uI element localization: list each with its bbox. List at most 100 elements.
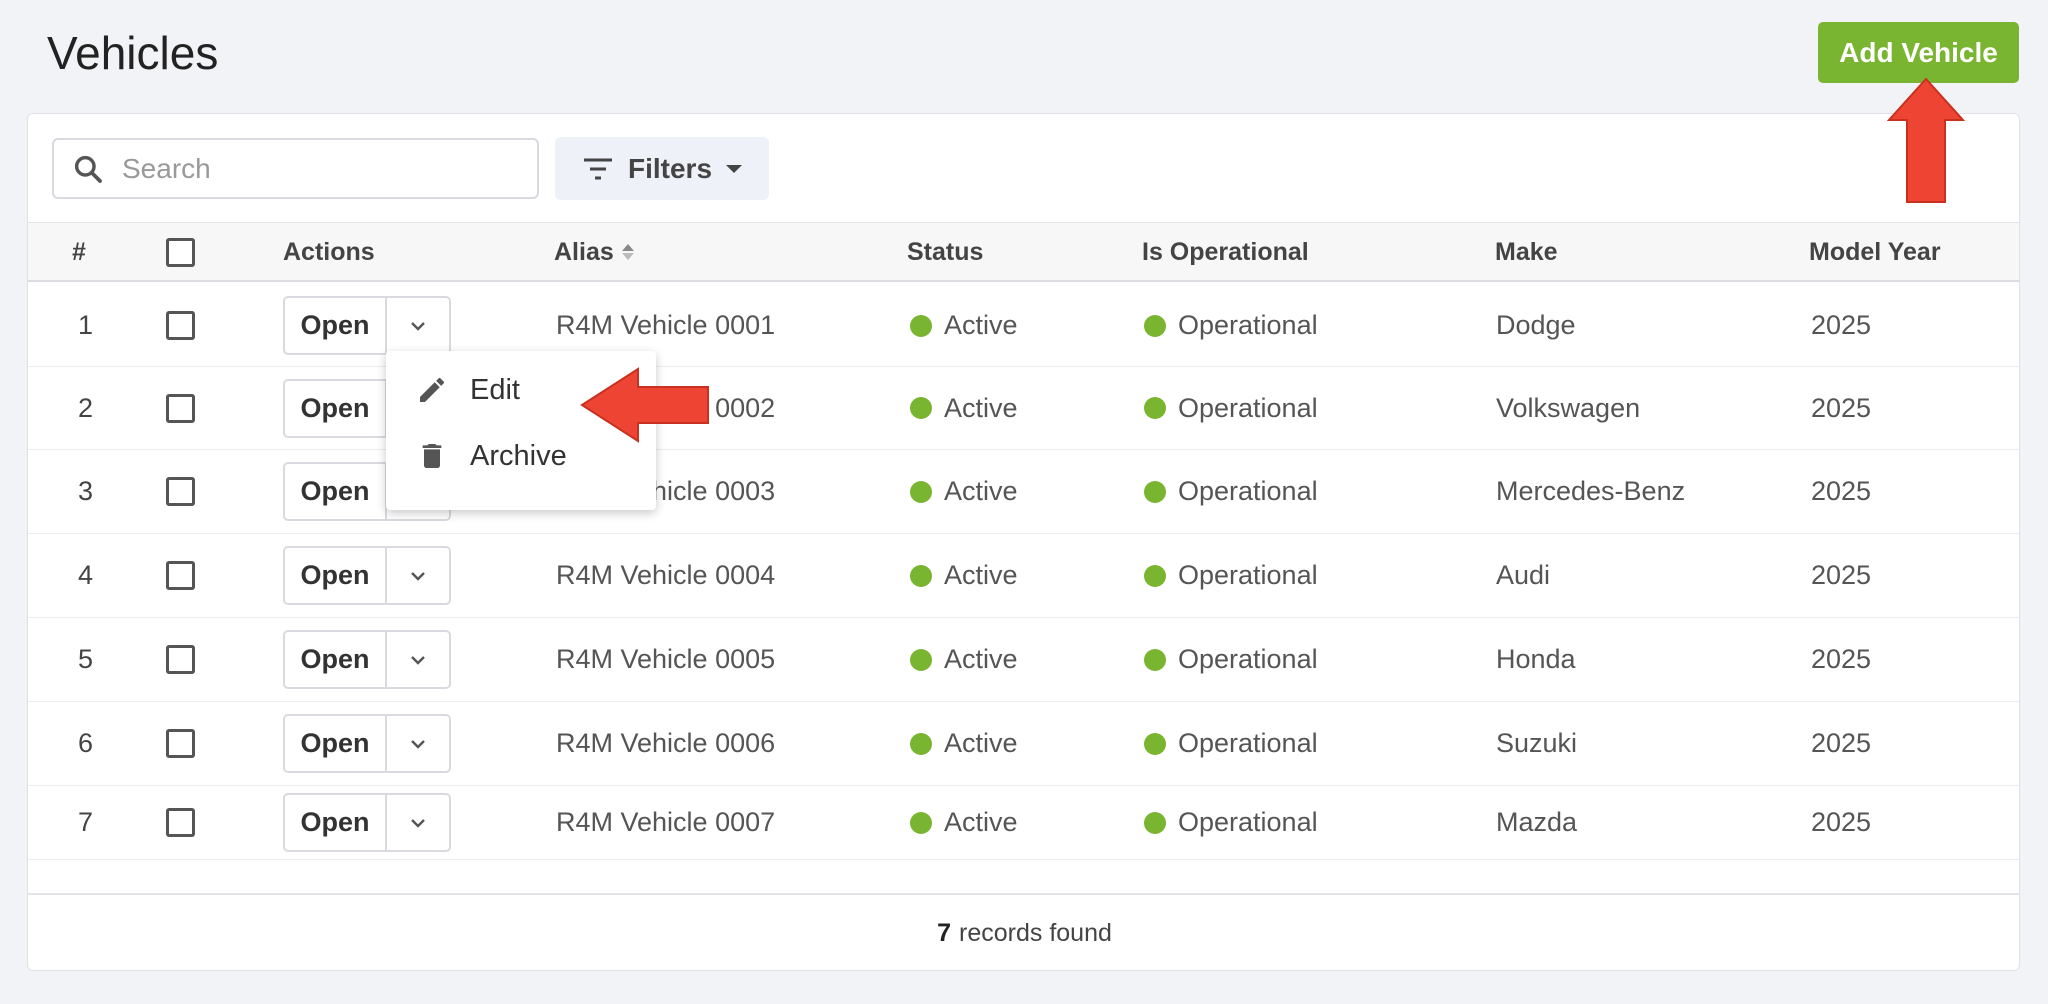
row-operational: Operational xyxy=(1144,786,1318,859)
row-actions: Open xyxy=(283,534,451,617)
status-dot-icon xyxy=(910,732,932,755)
row-operational: Operational xyxy=(1144,534,1318,617)
table-row: 2 Open R4M Vehicle 0002 Active Operational Vo… xyxy=(28,367,2019,450)
status-dot-icon xyxy=(910,480,932,503)
row-index: 5 xyxy=(78,644,94,674)
actions-dropdown-toggle[interactable] xyxy=(387,632,449,687)
status-dot-icon xyxy=(910,648,932,671)
row-status-label: Active xyxy=(944,807,1018,837)
row-status: Active xyxy=(910,450,1018,533)
row-checkbox[interactable] xyxy=(166,729,195,758)
header-alias[interactable]: Alias xyxy=(554,223,634,281)
operational-dot-icon xyxy=(1144,811,1166,834)
operational-dot-icon xyxy=(1144,397,1166,419)
row-make: Honda xyxy=(1496,644,1576,674)
actions-dropdown-toggle[interactable] xyxy=(387,548,449,603)
row-checkbox[interactable] xyxy=(166,808,195,837)
operational-dot-icon xyxy=(1144,314,1166,337)
chevron-down-icon xyxy=(411,571,425,581)
table-row: 4 Open R4M Vehicle 0004 Active Operational Au… xyxy=(28,534,2019,618)
filters-button[interactable]: Filters xyxy=(555,137,769,200)
operational-dot-icon xyxy=(1144,732,1166,755)
row-model-year: 2025 xyxy=(1811,392,1872,423)
row-operational: Operational xyxy=(1144,285,1318,366)
row-select-cell xyxy=(166,450,195,533)
open-split-button: Open xyxy=(283,793,451,852)
select-all-checkbox[interactable] xyxy=(166,237,195,267)
row-status: Active xyxy=(910,367,1018,449)
row-checkbox[interactable] xyxy=(166,311,195,340)
filters-label: Filters xyxy=(627,152,713,184)
open-button[interactable]: Open xyxy=(285,298,387,353)
row-index: 6 xyxy=(78,728,94,758)
search-box[interactable] xyxy=(52,138,539,199)
chevron-down-icon xyxy=(411,321,425,331)
add-vehicle-button[interactable]: Add Vehicle xyxy=(1818,22,2019,83)
row-operational-label: Operational xyxy=(1178,728,1318,758)
header-make: Make xyxy=(1495,237,1558,266)
vehicles-page: Vehicles Add Vehicle Filters # Actions xyxy=(0,0,2048,1004)
row-model-year: 2025 xyxy=(1811,476,1872,506)
header-is-operational: Is Operational xyxy=(1142,237,1309,266)
row-actions-dropdown: Edit Archive xyxy=(386,351,656,510)
open-split-button: Open xyxy=(283,630,451,689)
search-input[interactable] xyxy=(122,148,502,189)
row-checkbox[interactable] xyxy=(166,393,195,423)
menu-item-archive[interactable]: Archive xyxy=(386,423,656,489)
row-select-cell xyxy=(166,534,195,617)
row-status-label: Active xyxy=(944,476,1018,506)
vehicles-card: Filters # Actions Alias Status Is Operat… xyxy=(27,113,2020,971)
status-dot-icon xyxy=(910,564,932,587)
table-row: 3 Open R4M Vehicle 0003 Active Operational Me… xyxy=(28,450,2019,534)
header-status: Status xyxy=(907,237,984,266)
row-operational-label: Operational xyxy=(1178,392,1318,423)
operational-dot-icon xyxy=(1144,564,1166,587)
row-status-label: Active xyxy=(944,392,1018,423)
search-icon xyxy=(74,155,102,183)
row-alias: R4M Vehicle 0006 xyxy=(556,728,776,758)
open-split-button: Open xyxy=(283,546,451,605)
row-index: 1 xyxy=(78,310,94,340)
actions-dropdown-toggle[interactable] xyxy=(387,298,449,353)
row-checkbox[interactable] xyxy=(166,477,195,506)
open-button[interactable]: Open xyxy=(285,716,387,771)
row-operational-label: Operational xyxy=(1178,560,1318,590)
open-split-button: Open xyxy=(283,296,451,355)
row-operational: Operational xyxy=(1144,450,1318,533)
chevron-down-icon xyxy=(411,655,425,665)
sort-icon xyxy=(621,244,634,260)
open-button[interactable]: Open xyxy=(285,548,387,603)
records-count: 7 xyxy=(937,918,952,947)
row-operational: Operational xyxy=(1144,618,1318,701)
status-dot-icon xyxy=(910,314,932,337)
row-alias: R4M Vehicle 0007 xyxy=(556,807,776,837)
row-checkbox[interactable] xyxy=(166,561,195,590)
row-model-year: 2025 xyxy=(1811,310,1872,340)
row-make: Dodge xyxy=(1496,310,1576,340)
open-button[interactable]: Open xyxy=(285,795,387,850)
actions-dropdown-toggle[interactable] xyxy=(387,795,449,850)
row-status-label: Active xyxy=(944,560,1018,590)
row-select-cell xyxy=(166,786,195,859)
row-status-label: Active xyxy=(944,644,1018,674)
menu-item-edit[interactable]: Edit xyxy=(386,357,656,423)
row-select-cell xyxy=(166,367,195,449)
row-checkbox[interactable] xyxy=(166,645,195,674)
row-status-label: Active xyxy=(944,728,1018,758)
records-footer: 7 records found xyxy=(28,893,2019,970)
row-model-year: 2025 xyxy=(1811,728,1872,758)
open-button[interactable]: Open xyxy=(285,464,387,519)
open-button[interactable]: Open xyxy=(285,632,387,687)
row-index: 4 xyxy=(78,560,94,590)
row-status: Active xyxy=(910,786,1018,859)
row-index: 3 xyxy=(78,476,94,506)
table-row: 1 Open R4M Vehicle 0001 Active Operational Do… xyxy=(28,285,2019,367)
table-row: 7 Open R4M Vehicle 0007 Active Operational Ma… xyxy=(28,786,2019,860)
actions-dropdown-toggle[interactable] xyxy=(387,716,449,771)
operational-dot-icon xyxy=(1144,480,1166,503)
open-button[interactable]: Open xyxy=(285,380,387,436)
header-select-all xyxy=(166,223,195,281)
header-actions: Actions xyxy=(283,237,375,266)
status-dot-icon xyxy=(910,397,932,419)
records-text: records found xyxy=(959,918,1112,947)
